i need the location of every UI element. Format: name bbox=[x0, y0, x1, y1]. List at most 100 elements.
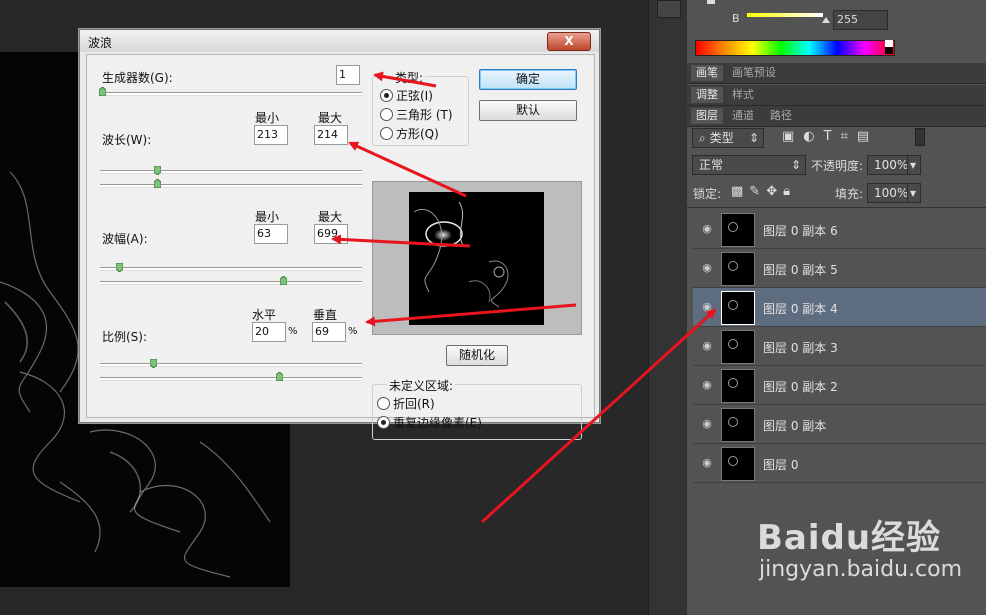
shape-filter-icon[interactable]: ⌗ bbox=[841, 129, 857, 144]
scale-horizontal-slider[interactable] bbox=[100, 363, 362, 367]
type-sine-radio[interactable] bbox=[380, 89, 393, 102]
eye-icon[interactable]: ◉ bbox=[699, 223, 715, 234]
tab-channels[interactable]: 通道 bbox=[727, 108, 759, 124]
layer-row-selected[interactable]: ◉ 图层 0 副本 4 bbox=[693, 288, 986, 327]
tab-styles[interactable]: 样式 bbox=[727, 87, 759, 103]
amplitude-min-input[interactable]: 63 bbox=[254, 224, 288, 244]
amplitude-label: 波幅(A): bbox=[102, 232, 148, 246]
blend-mode-select[interactable]: 正常 ⇕ bbox=[692, 155, 806, 175]
tab-layers[interactable]: 图层 bbox=[691, 108, 723, 124]
layer-row[interactable]: ◉ 图层 0 副本 3 bbox=[693, 327, 986, 366]
panel-dock-strip bbox=[648, 0, 687, 615]
generators-input[interactable]: 1 bbox=[336, 65, 360, 85]
layer-row[interactable]: ◉ 图层 0 副本 5 bbox=[693, 249, 986, 288]
opacity-dropdown[interactable]: ▾ bbox=[907, 155, 921, 175]
eye-icon[interactable]: ◉ bbox=[699, 379, 715, 390]
wavelength-min-label: 最小 bbox=[255, 111, 280, 125]
tab-brush[interactable]: 画笔 bbox=[691, 65, 723, 81]
eye-icon[interactable]: ◉ bbox=[699, 340, 715, 351]
dialog-titlebar[interactable]: 波浪 X bbox=[80, 30, 599, 52]
chevron-updown-icon: ⇕ bbox=[790, 158, 801, 172]
layer-filter-select[interactable]: ⌕ 类型 ⇕ bbox=[692, 128, 764, 148]
tab-adjustments[interactable]: 调整 bbox=[691, 87, 723, 103]
lock-icons: ▩✎✥🔒︎ bbox=[731, 184, 796, 199]
tab-brush-presets[interactable]: 画笔预设 bbox=[727, 65, 781, 81]
amplitude-max-handle[interactable] bbox=[280, 276, 287, 285]
lock-transparent-icon[interactable]: ▩ bbox=[731, 184, 749, 199]
scale-vertical-input[interactable]: 69 bbox=[312, 322, 346, 342]
lock-label: 锁定: bbox=[693, 187, 722, 201]
wavelength-min-slider[interactable] bbox=[100, 170, 362, 174]
amplitude-max-slider[interactable] bbox=[100, 281, 362, 285]
fill-label: 填充: bbox=[835, 187, 864, 201]
channel-b-slider[interactable] bbox=[747, 13, 823, 17]
filter-toggle[interactable] bbox=[915, 128, 925, 146]
randomize-button[interactable]: 随机化 bbox=[446, 345, 508, 366]
scale-horizontal-input[interactable]: 20 bbox=[252, 322, 286, 342]
preview-image[interactable] bbox=[409, 192, 544, 325]
lock-paint-icon[interactable]: ✎ bbox=[749, 184, 766, 199]
layer-tabs: 图层 通道 路径 bbox=[687, 106, 986, 127]
image-filter-icon[interactable]: ▣ bbox=[782, 129, 803, 144]
close-button[interactable]: X bbox=[547, 32, 591, 51]
type-triangle-label: 三角形 (T) bbox=[396, 108, 453, 122]
lock-move-icon[interactable]: ✥ bbox=[766, 184, 783, 199]
wrap-around-radio[interactable] bbox=[377, 397, 390, 410]
ok-button[interactable]: 确定 bbox=[479, 69, 577, 90]
dock-icon[interactable] bbox=[657, 0, 681, 18]
wavelength-max-label: 最大 bbox=[318, 111, 343, 125]
channel-b-handle[interactable] bbox=[822, 17, 830, 23]
color-spectrum[interactable] bbox=[695, 40, 895, 56]
amplitude-min-handle[interactable] bbox=[116, 263, 123, 272]
wavelength-min-handle[interactable] bbox=[154, 166, 161, 175]
preview-artwork bbox=[413, 201, 509, 308]
type-filter-icon[interactable]: T bbox=[824, 129, 841, 144]
tab-paths[interactable]: 路径 bbox=[765, 108, 797, 124]
scale-horizontal-handle[interactable] bbox=[150, 359, 157, 368]
amplitude-max-input[interactable]: 699 bbox=[314, 224, 348, 244]
repeat-edge-label: 重复边缘像素(E) bbox=[393, 416, 482, 430]
blend-mode-value: 正常 bbox=[699, 158, 724, 172]
adjust-filter-icon[interactable]: ◐ bbox=[803, 129, 823, 144]
repeat-edge-radio[interactable] bbox=[377, 416, 390, 429]
wavelength-min-input[interactable]: 213 bbox=[254, 125, 288, 145]
watermark-url: jingyan.baidu.com bbox=[759, 557, 963, 582]
fill-input[interactable]: 100% bbox=[867, 183, 909, 203]
white-swatch[interactable] bbox=[885, 40, 893, 47]
opacity-label: 不透明度: bbox=[811, 159, 864, 173]
channel-b-value[interactable]: 255 bbox=[833, 10, 888, 30]
watermark-brand: Baidu经验 bbox=[757, 518, 942, 558]
type-triangle-radio[interactable] bbox=[380, 108, 393, 121]
generators-slider[interactable] bbox=[100, 92, 362, 96]
wavelength-max-slider[interactable] bbox=[100, 184, 362, 188]
black-swatch[interactable] bbox=[885, 47, 893, 54]
layer-thumbnail bbox=[721, 369, 755, 403]
generators-slider-handle[interactable] bbox=[99, 87, 106, 96]
eye-icon[interactable]: ◉ bbox=[699, 457, 715, 468]
layer-row[interactable]: ◉ 图层 0 副本 2 bbox=[693, 366, 986, 405]
default-button[interactable]: 默认 bbox=[479, 100, 577, 121]
eye-icon[interactable]: ◉ bbox=[699, 262, 715, 273]
chevron-updown-icon: ⇕ bbox=[748, 131, 759, 145]
type-square-radio[interactable] bbox=[380, 127, 393, 140]
layer-row[interactable]: ◉ 图层 0 副本 bbox=[693, 405, 986, 444]
layer-name: 图层 0 副本 6 bbox=[763, 224, 838, 238]
lock-all-icon[interactable]: 🔒︎ bbox=[783, 184, 796, 199]
smart-filter-icon[interactable]: ▤ bbox=[857, 129, 878, 144]
wavelength-label: 波长(W): bbox=[102, 133, 152, 147]
eye-icon[interactable]: ◉ bbox=[699, 418, 715, 429]
wavelength-max-handle[interactable] bbox=[154, 179, 161, 188]
wavelength-max-input[interactable]: 214 bbox=[314, 125, 348, 145]
amplitude-max-label: 最大 bbox=[318, 210, 343, 224]
amplitude-min-slider[interactable] bbox=[100, 267, 362, 271]
eye-icon[interactable]: ◉ bbox=[699, 301, 715, 312]
layer-thumbnail bbox=[721, 213, 755, 247]
scale-vertical-handle[interactable] bbox=[276, 372, 283, 381]
slider-marker bbox=[707, 0, 715, 4]
layer-row[interactable]: ◉ 图层 0 副本 6 bbox=[693, 210, 986, 249]
scale-vertical-slider[interactable] bbox=[100, 377, 362, 381]
fill-dropdown[interactable]: ▾ bbox=[907, 183, 921, 203]
opacity-input[interactable]: 100% bbox=[867, 155, 909, 175]
layer-thumbnail bbox=[721, 330, 755, 364]
layer-row[interactable]: ◉ 图层 0 bbox=[693, 444, 986, 483]
